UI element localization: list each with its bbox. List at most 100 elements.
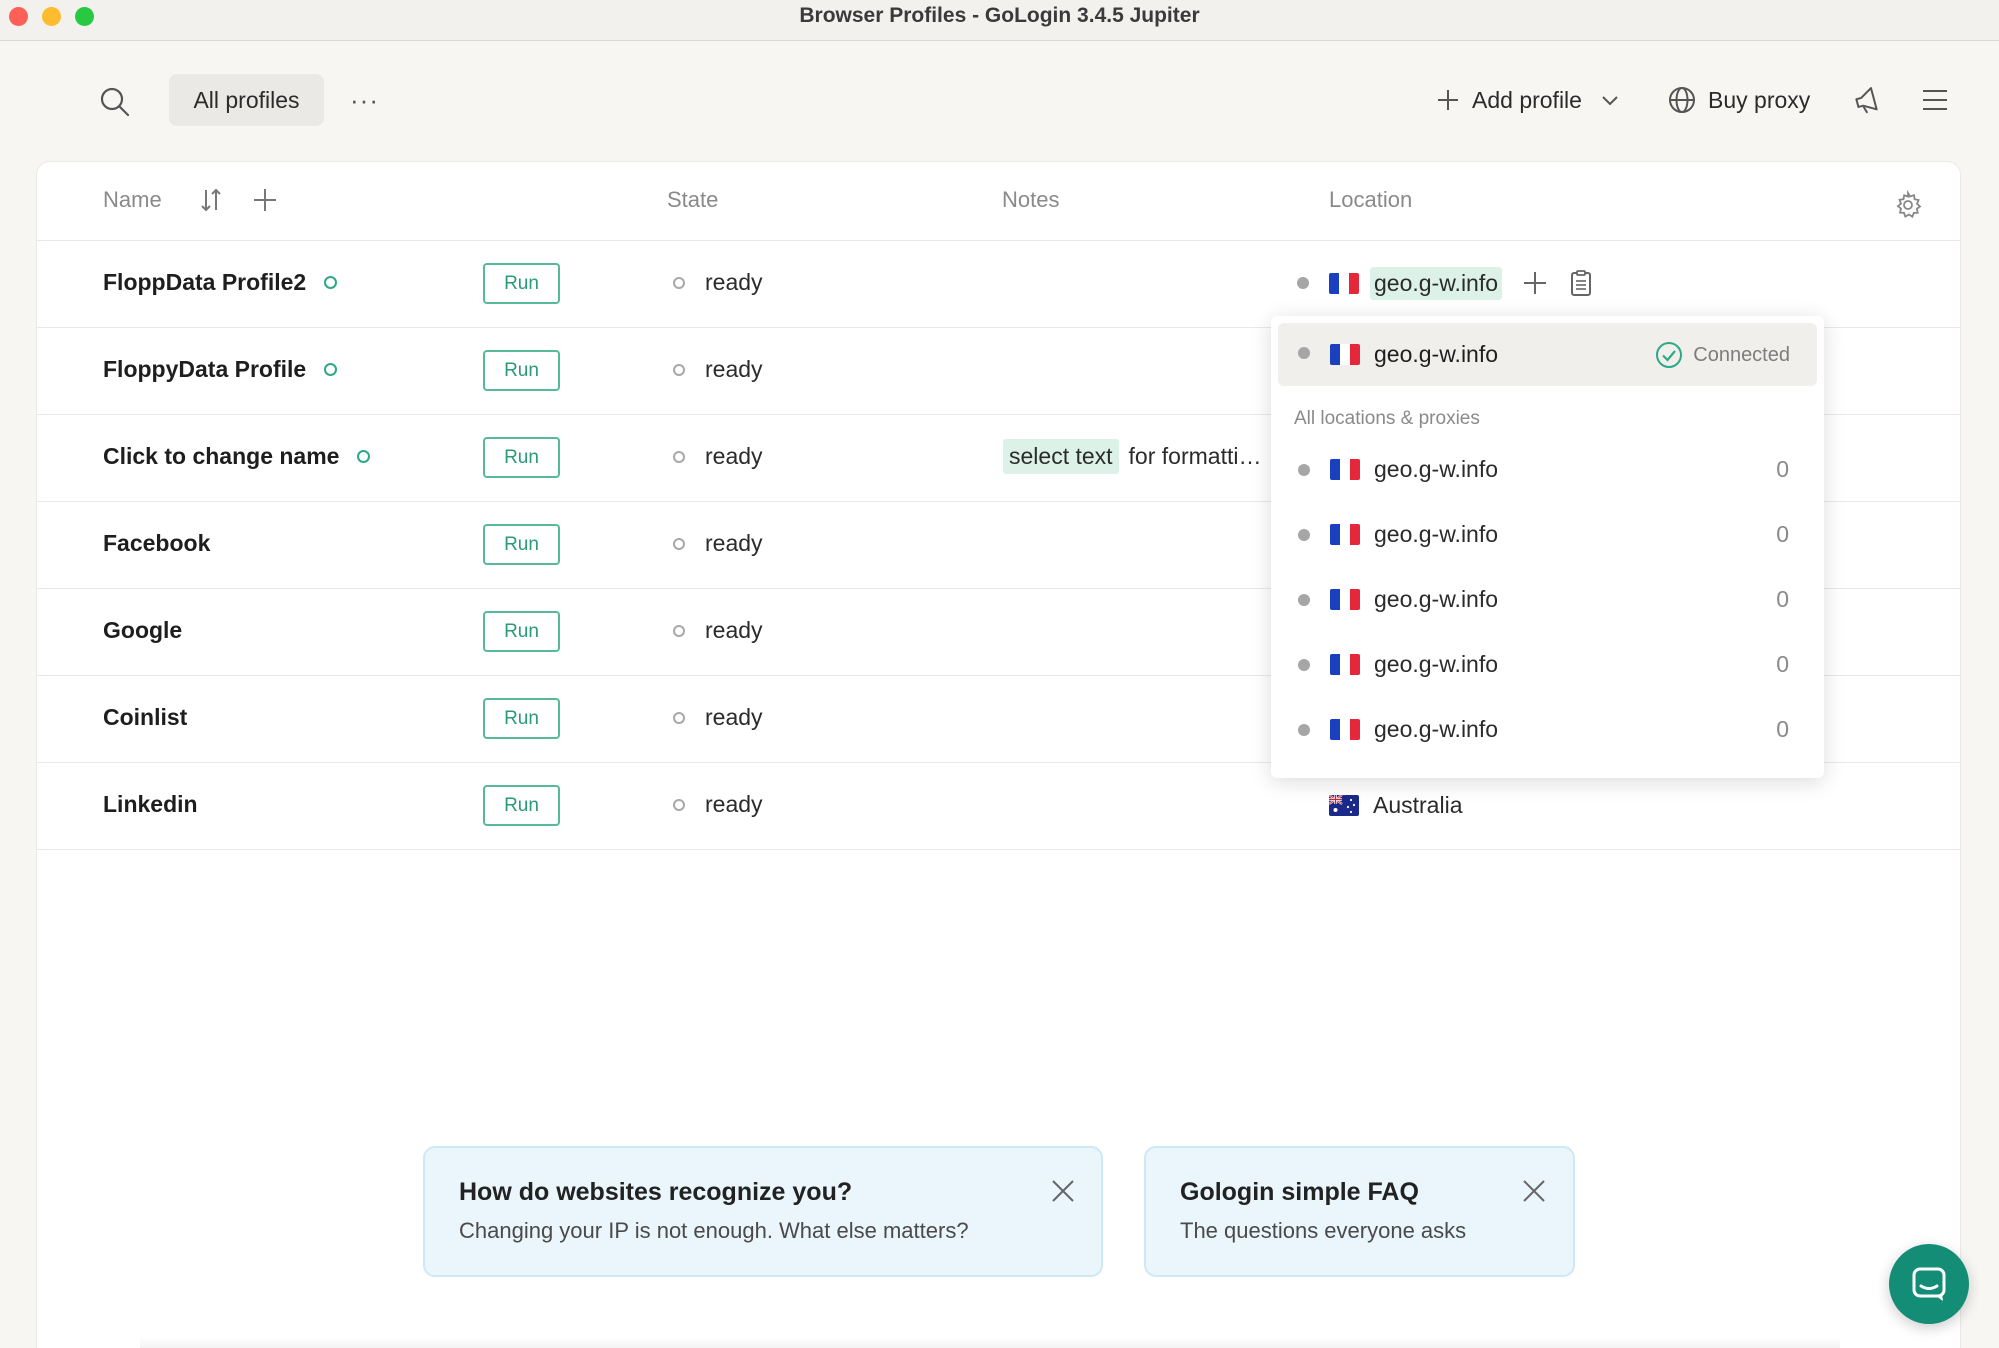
status-ring-icon	[357, 450, 371, 463]
profile-name[interactable]: Google	[103, 617, 182, 644]
column-header-name[interactable]: Name	[103, 187, 162, 213]
location-dropdown: geo.g-w.info Connected All locations & p…	[1271, 316, 1824, 778]
search-icon[interactable]	[98, 85, 132, 119]
column-header-notes[interactable]: Notes	[1002, 187, 1059, 213]
chat-support-button[interactable]	[1889, 1244, 1969, 1324]
window-title: Browser Profiles - GoLogin 3.4.5 Jupiter	[799, 4, 1200, 27]
add-profile-button[interactable]: Add profile	[1436, 81, 1620, 119]
location-item[interactable]: geo.g-w.info 0	[1271, 440, 1824, 500]
profile-name[interactable]: FloppData Profile2	[103, 269, 338, 296]
more-options-icon[interactable]: ···	[350, 85, 380, 115]
location-text[interactable]: geo.g-w.info	[1370, 266, 1503, 300]
location-host: geo.g-w.info	[1374, 651, 1499, 677]
banner-subtitle: The questions everyone asks	[1180, 1218, 1467, 1243]
banner-title: Gologin simple FAQ	[1180, 1178, 1419, 1206]
clipboard-icon[interactable]	[1566, 268, 1596, 298]
add-column-plus-icon[interactable]	[251, 186, 279, 214]
location-host: geo.g-w.info	[1374, 341, 1499, 367]
state-text: ready	[705, 443, 763, 469]
state-text: ready	[705, 791, 763, 817]
sort-icon[interactable]	[197, 186, 225, 214]
run-button[interactable]: Run	[483, 524, 560, 565]
profile-state: ready	[673, 617, 763, 644]
notes-cell[interactable]: select text for formatti…	[1003, 439, 1261, 474]
faq-banner[interactable]: Gologin simple FAQ The questions everyon…	[1144, 1146, 1575, 1277]
location-host: geo.g-w.info	[1374, 586, 1499, 612]
run-button[interactable]: Run	[483, 785, 560, 826]
all-profiles-filter[interactable]: All profiles	[169, 74, 324, 126]
run-button[interactable]: Run	[483, 263, 560, 304]
run-button[interactable]: Run	[483, 698, 560, 739]
run-button[interactable]: Run	[483, 437, 560, 478]
location-host: geo.g-w.info	[1374, 521, 1499, 547]
status-ring-icon	[324, 276, 338, 289]
proxy-status-dot	[1298, 347, 1310, 359]
selected-location-item[interactable]: geo.g-w.info Connected	[1278, 323, 1817, 386]
buy-proxy-label: Buy proxy	[1708, 86, 1811, 113]
info-banner[interactable]: How do websites recognize you? Changing …	[423, 1146, 1103, 1277]
notes-highlighted-text: select text	[1003, 439, 1119, 474]
location-item[interactable]: geo.g-w.info 0	[1271, 635, 1824, 695]
profile-name[interactable]: FloppyData Profile	[103, 356, 338, 383]
state-ring-icon	[673, 624, 685, 637]
location-count: 0	[1776, 586, 1789, 612]
france-flag-icon	[1330, 654, 1360, 675]
profile-name-text: Linkedin	[103, 791, 198, 817]
state-ring-icon	[673, 798, 685, 811]
location-cell[interactable]: Australia	[1329, 785, 1462, 825]
proxy-status-dot	[1298, 594, 1310, 606]
column-header-location[interactable]: Location	[1329, 187, 1412, 213]
state-text: ready	[705, 356, 763, 382]
proxy-status-dot	[1298, 529, 1310, 541]
profile-state: ready	[673, 704, 763, 731]
profile-name[interactable]: Linkedin	[103, 791, 198, 818]
add-proxy-plus-icon[interactable]	[1520, 268, 1550, 298]
gear-icon[interactable]	[1893, 189, 1923, 220]
france-flag-icon	[1330, 589, 1360, 610]
title-bar: Browser Profiles - GoLogin 3.4.5 Jupiter	[0, 0, 1999, 41]
status-ring-icon	[324, 363, 338, 376]
location-count: 0	[1776, 716, 1789, 742]
table-row[interactable]: FloppData Profile2 Run ready geo.g-w.inf…	[37, 241, 1960, 328]
table-header: Name State Notes Location	[37, 162, 1960, 241]
location-item[interactable]: geo.g-w.info 0	[1271, 505, 1824, 565]
run-button[interactable]: Run	[483, 350, 560, 391]
state-ring-icon	[673, 276, 685, 289]
state-text: ready	[705, 530, 763, 556]
profile-name[interactable]: Facebook	[103, 530, 210, 557]
location-text[interactable]: Australia	[1373, 792, 1462, 819]
connected-text: Connected	[1693, 343, 1790, 366]
chevron-down-icon[interactable]	[1600, 90, 1620, 110]
add-profile-label: Add profile	[1472, 86, 1582, 113]
column-header-state[interactable]: State	[667, 187, 718, 213]
profile-state: ready	[673, 443, 763, 470]
hamburger-menu-icon[interactable]	[1920, 85, 1950, 115]
globe-icon	[1669, 87, 1695, 113]
megaphone-icon[interactable]	[1852, 83, 1886, 117]
proxy-status-dot	[1298, 724, 1310, 736]
location-host: geo.g-w.info	[1374, 716, 1499, 742]
buy-proxy-button[interactable]: Buy proxy	[1668, 81, 1810, 119]
close-icon[interactable]	[1050, 1178, 1076, 1204]
profile-name[interactable]: Coinlist	[103, 704, 187, 731]
state-text: ready	[705, 269, 763, 295]
location-cell[interactable]: geo.g-w.info	[1297, 263, 1596, 303]
state-text: ready	[705, 704, 763, 730]
banner-subtitle: Changing your IP is not enough. What els…	[459, 1218, 969, 1243]
location-host: geo.g-w.info	[1374, 456, 1499, 482]
toolbar: All profiles ··· Add profile Buy proxy	[0, 41, 1999, 161]
profile-name[interactable]: Click to change name	[103, 443, 371, 470]
profile-name-text: Facebook	[103, 530, 211, 556]
france-flag-icon	[1330, 719, 1360, 740]
france-flag-icon	[1330, 459, 1360, 480]
locations-section-label: All locations & proxies	[1294, 408, 1480, 429]
profile-name-text: Google	[103, 617, 183, 643]
location-count: 0	[1776, 651, 1789, 677]
state-text: ready	[705, 617, 763, 643]
banner-title: How do websites recognize you?	[459, 1178, 853, 1206]
close-icon[interactable]	[1521, 1178, 1547, 1204]
run-button[interactable]: Run	[483, 611, 560, 652]
check-circle-icon	[1656, 342, 1683, 368]
location-item[interactable]: geo.g-w.info 0	[1271, 570, 1824, 630]
location-item[interactable]: geo.g-w.info 0	[1271, 700, 1824, 760]
